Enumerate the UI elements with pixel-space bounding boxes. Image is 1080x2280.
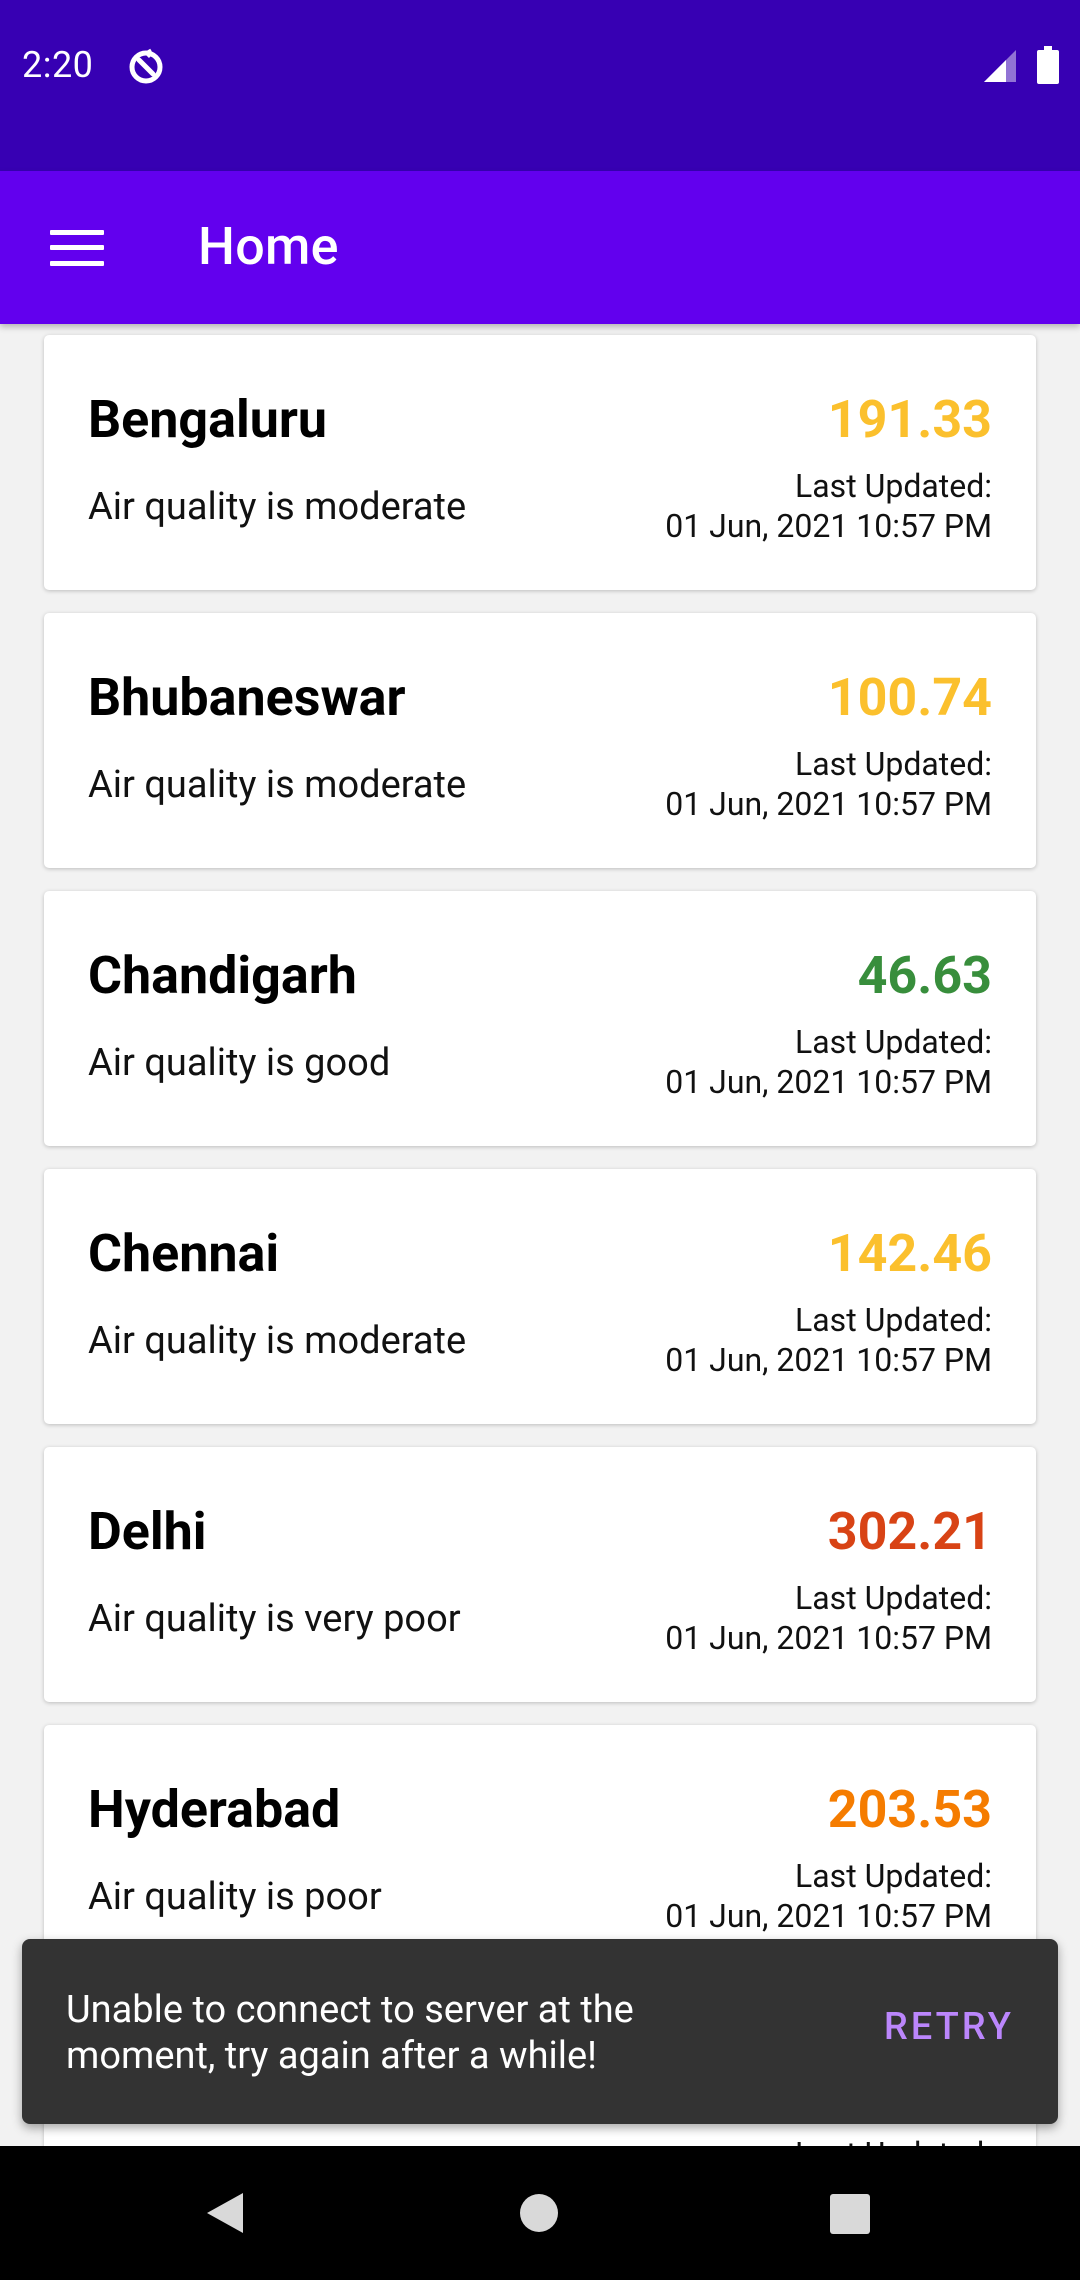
aqi-value: 191.33 — [827, 389, 992, 450]
last-updated-time: 01 Jun, 2021 10:57 PM — [665, 507, 992, 545]
last-updated-time: 01 Jun, 2021 10:57 PM — [665, 1897, 992, 1935]
aqi-value: 203.53 — [827, 1779, 992, 1840]
signal-icon — [984, 50, 1016, 82]
city-name: Hyderabad — [88, 1779, 341, 1840]
page-title: Home — [198, 216, 339, 277]
last-updated-label: Last Updated: — [795, 2135, 992, 2146]
city-name: Chennai — [88, 1223, 280, 1284]
last-updated-time: 01 Jun, 2021 10:57 PM — [665, 785, 992, 823]
last-updated-time: 01 Jun, 2021 10:57 PM — [665, 1341, 992, 1379]
city-card-chandigarh[interactable]: Chandigarh Air quality is good 46.63 Las… — [44, 891, 1036, 1146]
city-list[interactable]: Bengaluru Air quality is moderate 191.33… — [0, 324, 1080, 2146]
aqi-value: 302.21 — [827, 1501, 992, 1562]
last-updated-label: Last Updated: — [795, 1023, 992, 1061]
air-quality-text: Air quality is moderate — [88, 1319, 467, 1363]
city-name: Chandigarh — [88, 945, 357, 1006]
home-icon[interactable] — [519, 2193, 559, 2233]
city-card-bhubaneswar[interactable]: Bhubaneswar Air quality is moderate 100.… — [44, 613, 1036, 868]
menu-button[interactable] — [30, 201, 123, 294]
back-icon[interactable] — [203, 2191, 247, 2235]
city-card-chennai[interactable]: Chennai Air quality is moderate 142.46 L… — [44, 1169, 1036, 1424]
air-quality-text: Air quality is moderate — [88, 485, 467, 529]
air-quality-text: Air quality is good — [88, 1041, 391, 1085]
menu-icon — [49, 229, 104, 266]
aqi-value: 46.63 — [857, 945, 992, 1006]
sync-icon — [129, 48, 163, 84]
last-updated-label: Last Updated: — [795, 467, 992, 505]
aqi-value: 100.74 — [827, 667, 992, 728]
aqi-value: 142.46 — [827, 1223, 992, 1284]
navigation-bar — [0, 2146, 1080, 2280]
air-quality-text: Air quality is poor — [88, 1875, 382, 1919]
city-card-delhi[interactable]: Delhi Air quality is very poor 302.21 La… — [44, 1447, 1036, 1702]
air-quality-text: Air quality is very poor — [88, 1597, 461, 1641]
snackbar: Unable to connect to server at the momen… — [22, 1939, 1058, 2124]
city-name: Bengaluru — [88, 389, 328, 450]
status-bar: 2:20 — [0, 0, 1080, 171]
city-name: Delhi — [88, 1501, 207, 1562]
air-quality-text: Air quality is moderate — [88, 763, 467, 807]
last-updated-label: Last Updated: — [795, 1857, 992, 1895]
city-name: Bhubaneswar — [88, 667, 406, 728]
last-updated-label: Last Updated: — [795, 1301, 992, 1339]
retry-button[interactable]: RETRY — [884, 2005, 1014, 2049]
screen: 2:20 Home Bengaluru Air quality is moder… — [0, 0, 1080, 2280]
last-updated-time: 01 Jun, 2021 10:57 PM — [665, 1619, 992, 1657]
snackbar-message: Unable to connect to server at the momen… — [66, 1988, 634, 2078]
city-card-bengaluru[interactable]: Bengaluru Air quality is moderate 191.33… — [44, 335, 1036, 590]
recents-icon[interactable] — [829, 2193, 871, 2235]
last-updated-time: 01 Jun, 2021 10:57 PM — [665, 1063, 992, 1101]
status-time: 2:20 — [22, 44, 94, 86]
battery-icon — [1037, 46, 1059, 84]
app-bar: Home — [0, 171, 1080, 324]
last-updated-label: Last Updated: — [795, 1579, 992, 1617]
last-updated-label: Last Updated: — [795, 745, 992, 783]
